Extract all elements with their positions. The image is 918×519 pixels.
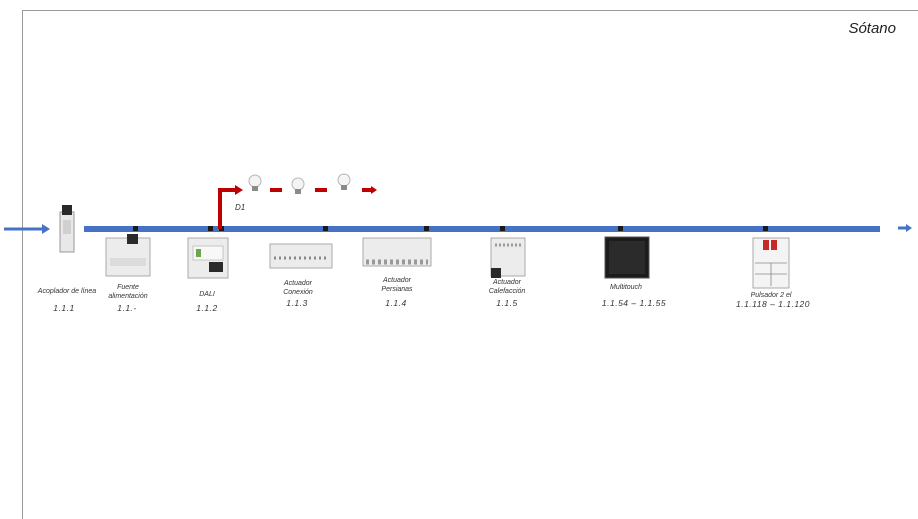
heating-actuator-device[interactable] — [490, 237, 526, 278]
light-bulb-icon — [291, 177, 305, 194]
device-label-calefaccion: Actuador Calefacción — [488, 279, 526, 295]
device-address-pulsador: 1.1.118 – 1.1.120 — [735, 299, 811, 309]
line-coupler-device[interactable] — [59, 205, 75, 253]
light-bulb-icon — [248, 174, 262, 191]
device-label-conexion: Actuador Conexión — [283, 280, 313, 296]
bus-diagram — [4, 173, 912, 289]
device-label-persianas: Actuador Persianas — [381, 277, 413, 293]
bus-node — [500, 226, 505, 231]
outgoing-bus-arrow — [898, 224, 912, 232]
switch-actuator-device[interactable] — [269, 243, 333, 269]
device-address-calefaccion: 1.1.5 — [496, 298, 518, 308]
device-label-multitouch: Multitouch — [610, 284, 642, 291]
incoming-bus-arrow — [4, 224, 50, 234]
blinds-actuator-device[interactable] — [362, 237, 432, 267]
bus-node — [763, 226, 768, 231]
dali-line-label: D1 — [235, 203, 246, 212]
bus-node — [133, 226, 138, 231]
bus-node — [618, 226, 623, 231]
bus-node — [424, 226, 429, 231]
light-bulb-icon — [337, 173, 351, 190]
device-label-acoplador: Acoplador de línea — [37, 288, 97, 295]
power-supply-device[interactable] — [105, 234, 151, 277]
bus-node — [208, 226, 213, 231]
device-address-acoplador: 1.1.1 — [53, 303, 75, 313]
device-address-conexion: 1.1.3 — [286, 298, 308, 308]
bus-node — [323, 226, 328, 231]
multitouch-panel-device[interactable] — [604, 236, 650, 279]
device-label-fuente: Fuente alimentación — [108, 284, 148, 300]
device-address-fuente: 1.1.- — [117, 303, 137, 313]
push-button-device[interactable] — [752, 237, 790, 289]
device-label-dali: DALI — [199, 291, 215, 298]
device-address-multitouch: 1.1.54 – 1.1.55 — [601, 298, 667, 308]
device-address-dali: 1.1.2 — [196, 303, 218, 313]
dali-gateway-device[interactable] — [187, 237, 229, 279]
device-address-persianas: 1.1.4 — [385, 298, 407, 308]
